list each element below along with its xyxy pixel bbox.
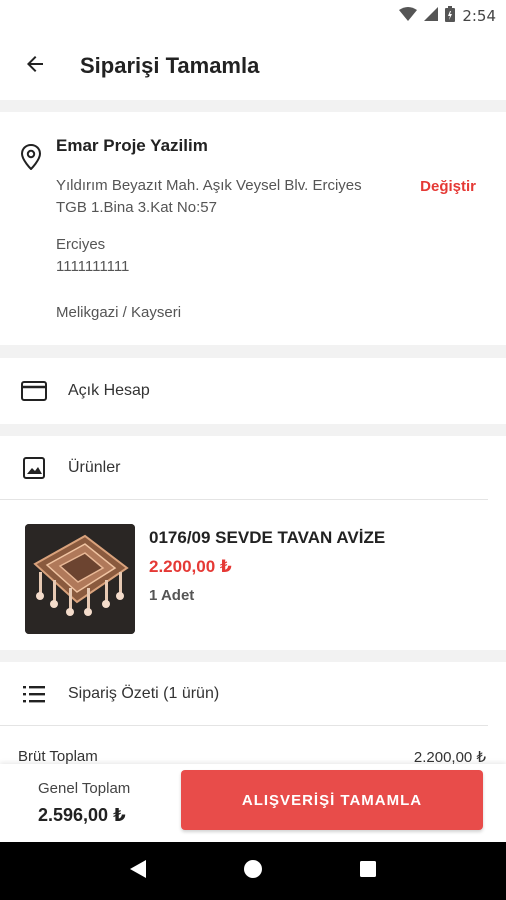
address-card: Emar Proje Yazilim Yıldırım Beyazıt Mah.… [0, 112, 506, 345]
product-title: 0176/09 SEVDE TAVAN AVİZE [149, 528, 386, 547]
products-header: Ürünler [0, 436, 488, 500]
grand-total-label: Genel Toplam [38, 780, 131, 797]
product-quantity: 1 Adet [149, 587, 195, 604]
arrow-left-icon [23, 52, 47, 81]
product-item[interactable]: 0176/09 SEVDE TAVAN AVİZE 2.200,00 ₺ 1 A… [25, 524, 385, 636]
address-street-line2: TGB 1.Bina 3.Kat No:57 [56, 199, 217, 216]
list-icon [0, 685, 68, 703]
summary-header: Sipariş Özeti (1 ürün) [0, 662, 488, 726]
status-time: 2:54 [462, 7, 496, 25]
location-pin-icon [20, 143, 42, 175]
complete-purchase-button[interactable]: ALIŞVERİŞİ TAMAMLA [181, 770, 483, 830]
triangle-back-icon [129, 859, 147, 884]
system-nav-bar [0, 842, 506, 900]
nav-recents-button[interactable] [348, 851, 388, 891]
change-address-link[interactable]: Değiştir [420, 178, 476, 195]
circle-home-icon [243, 859, 263, 884]
signal-icon [424, 7, 439, 25]
payment-method-label: Açık Hesap [68, 382, 150, 399]
payment-method-row[interactable]: Açık Hesap [0, 358, 506, 424]
product-price: 2.200,00 ₺ [149, 557, 232, 576]
address-district-city: Melikgazi / Kayseri [56, 304, 182, 321]
summary-section-title: Sipariş Özeti (1 ürün) [68, 684, 220, 702]
product-info: 0176/09 SEVDE TAVAN AVİZE 2.200,00 ₺ 1 A… [149, 524, 385, 636]
image-icon [0, 456, 68, 479]
battery-icon [445, 6, 456, 26]
page-title: Siparişi Tamamla [80, 53, 260, 78]
product-image [25, 524, 135, 634]
address-street-line1: Yıldırım Beyazıt Mah. Aşık Veysel Blv. E… [56, 177, 362, 194]
square-recents-icon [359, 860, 377, 883]
nav-home-button[interactable] [233, 851, 273, 891]
order-summary-card: Sipariş Özeti (1 ürün) Brüt Toplam 2.200… [0, 662, 506, 772]
status-bar: 2:54 [0, 0, 506, 32]
products-card: Ürünler 0176/09 SEVDE TAVAN AVİZE 2.200,… [0, 436, 506, 650]
wifi-icon [399, 7, 418, 25]
products-section-title: Ürünler [68, 458, 121, 476]
back-button[interactable] [0, 32, 70, 100]
address-phone: 1111111111 [56, 258, 130, 275]
address-name: Emar Proje Yazilim [56, 136, 208, 155]
app-bar: Siparişi Tamamla [0, 32, 506, 100]
address-contact-name: Erciyes [56, 236, 106, 253]
nav-back-button[interactable] [118, 851, 158, 891]
grand-total-value: 2.596,00 ₺ [38, 805, 126, 825]
checkout-bar: Genel Toplam 2.596,00 ₺ ALIŞVERİŞİ TAMAM… [0, 764, 506, 842]
credit-card-icon [0, 381, 68, 401]
grand-total: Genel Toplam 2.596,00 ₺ [0, 780, 180, 826]
